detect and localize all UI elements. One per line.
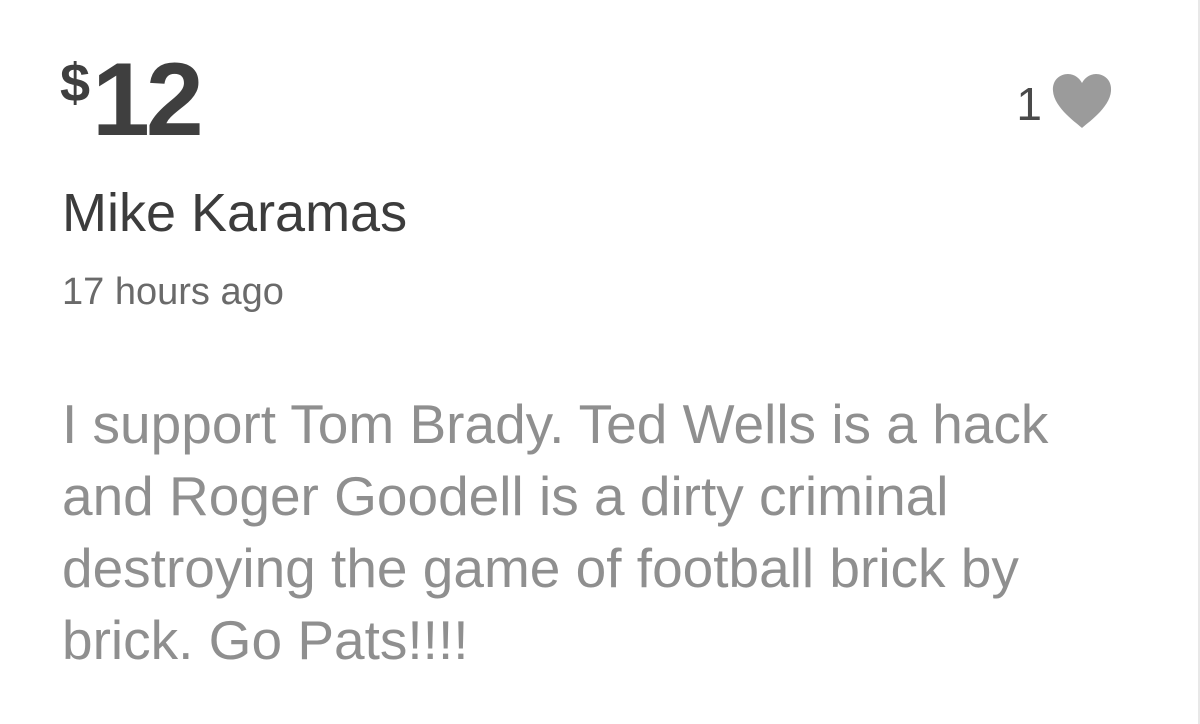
donation-card: $ 12 1 Mike Karamas 17 hours ago I suppo… [0, 0, 1200, 724]
amount-value: 12 [92, 42, 204, 158]
currency-symbol: $ [60, 53, 91, 113]
donation-amount: $ 12 [60, 42, 204, 158]
timestamp: 17 hours ago [62, 271, 284, 313]
donation-comment: I support Tom Brady. Ted Wells is a hack… [62, 393, 1049, 671]
like-button[interactable]: 1 [1016, 72, 1114, 130]
heart-icon[interactable] [1050, 72, 1114, 130]
donor-name: Mike Karamas [62, 183, 408, 243]
like-count: 1 [1016, 78, 1042, 130]
